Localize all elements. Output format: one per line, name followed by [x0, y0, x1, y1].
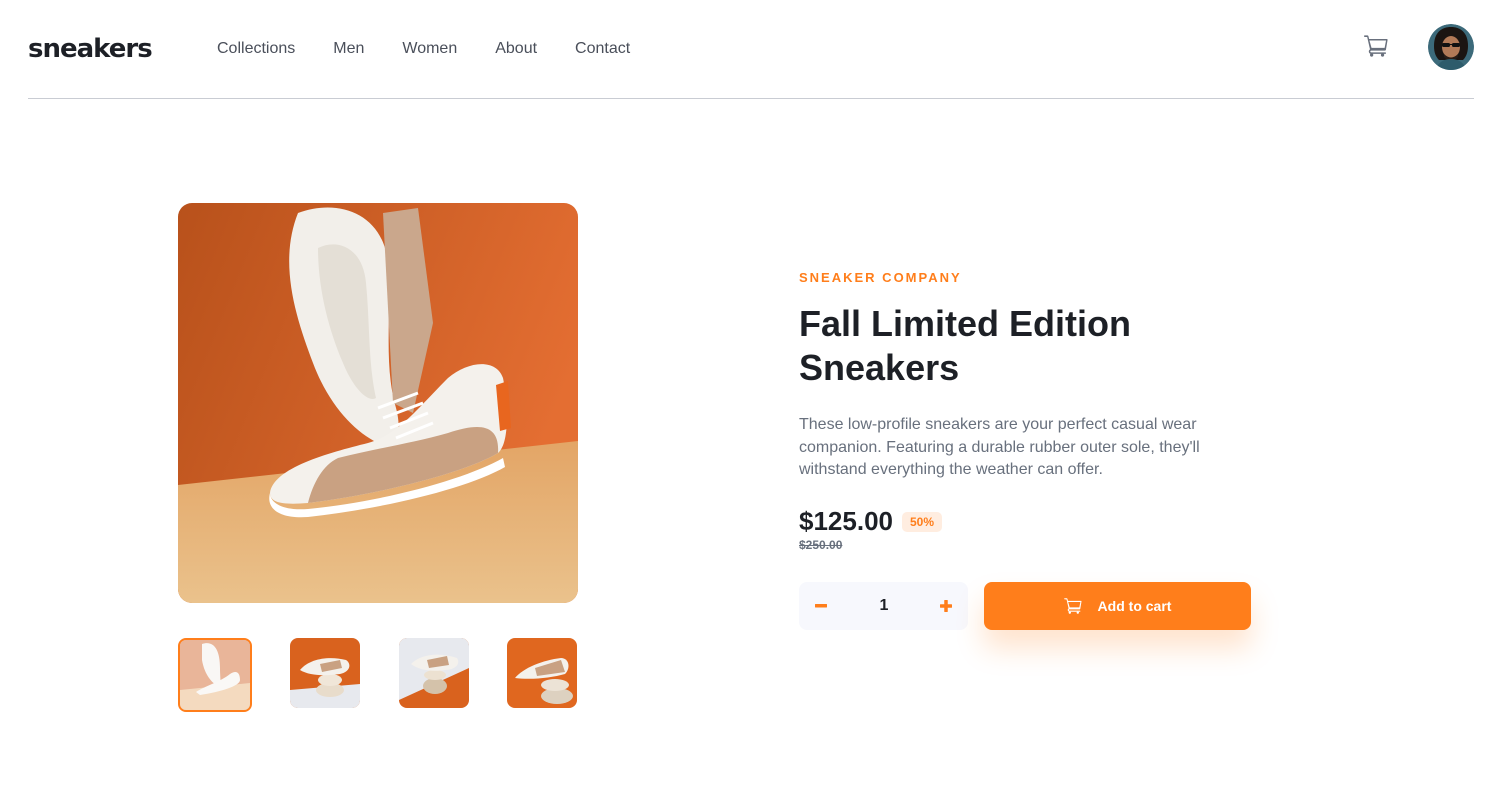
quantity-stepper: 1 [799, 582, 968, 630]
company-name: SNEAKER COMPANY [799, 270, 962, 285]
discount-badge: 50% [902, 512, 943, 532]
cart-icon[interactable] [1364, 35, 1390, 61]
plus-icon-svg [940, 600, 952, 612]
thumbnail-3-image [399, 638, 469, 708]
thumbnail-4[interactable] [507, 638, 577, 708]
main-product-image[interactable] [178, 203, 578, 603]
minus-icon[interactable] [809, 594, 833, 618]
site-header: sneakers Collections Men Women About Con… [28, 0, 1474, 99]
thumbnail-2-image [290, 638, 360, 708]
product-title: Fall Limited Edition Sneakers [799, 303, 1131, 388]
plus-icon[interactable] [934, 594, 958, 618]
thumbnail-1-image [180, 640, 250, 710]
thumbnail-3[interactable] [399, 638, 469, 708]
minus-icon-svg [815, 604, 827, 608]
thumbnail-strip [178, 638, 578, 712]
add-to-cart-label: Add to cart [1097, 598, 1172, 614]
nav-link-collections[interactable]: Collections [217, 39, 295, 59]
avatar-image [1428, 24, 1474, 70]
brand-logo[interactable]: sneakers [28, 33, 153, 65]
nav-link-contact[interactable]: Contact [575, 39, 630, 59]
thumbnail-2[interactable] [290, 638, 360, 708]
nav-link-about[interactable]: About [495, 39, 537, 59]
cart-icon-svg [1364, 35, 1388, 57]
current-price: $125.00 [799, 506, 893, 536]
add-to-cart-button[interactable]: Add to cart [984, 582, 1251, 630]
main-image-svg [178, 203, 578, 603]
main-nav: Collections Men Women About Contact [217, 39, 668, 59]
quantity-value: 1 [879, 597, 889, 614]
original-price: $250.00 [799, 538, 843, 552]
user-avatar[interactable] [1428, 24, 1474, 70]
nav-link-women[interactable]: Women [402, 39, 457, 59]
thumbnail-4-image [507, 638, 577, 708]
cart-icon [1063, 598, 1082, 614]
thumbnail-1[interactable] [178, 638, 252, 712]
nav-link-men[interactable]: Men [333, 39, 364, 59]
product-description: These low-profile sneakers are your perf… [799, 416, 1200, 478]
